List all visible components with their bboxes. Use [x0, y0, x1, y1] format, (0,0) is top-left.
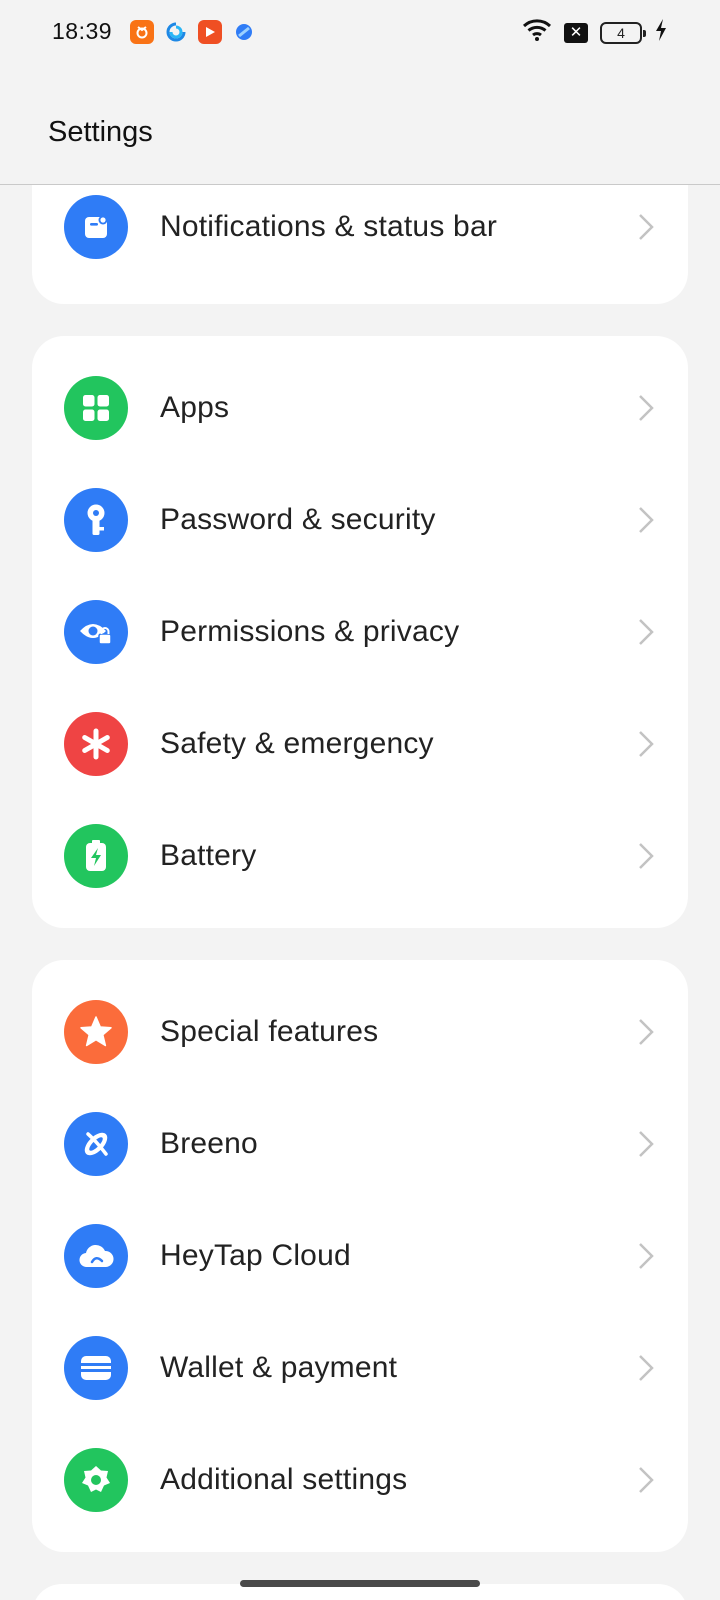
chevron-right-icon — [639, 731, 654, 757]
charging-icon — [654, 18, 668, 47]
settings-item-label: Safety & emergency — [160, 727, 434, 760]
settings-item-password-security[interactable]: Password & security — [32, 464, 688, 576]
settings-item-label: HeyTap Cloud — [160, 1239, 351, 1272]
settings-item-apps[interactable]: Apps — [32, 352, 688, 464]
star-icon — [64, 1000, 128, 1064]
breeno-icon — [64, 1112, 128, 1176]
chevron-right-icon — [639, 214, 654, 240]
app-orange-icon — [130, 20, 154, 44]
chevron-right-icon — [639, 507, 654, 533]
status-bar: 18:39 ✕ 4 — [0, 0, 720, 64]
asterisk-icon — [64, 712, 128, 776]
settings-item-label: Wallet & payment — [160, 1351, 398, 1384]
settings-item-permissions-privacy[interactable]: Permissions & privacy — [32, 576, 688, 688]
chevron-right-icon — [639, 1355, 654, 1381]
settings-item-additional-settings[interactable]: Additional settings — [32, 1424, 688, 1536]
settings-item-battery[interactable]: Battery — [32, 800, 688, 912]
settings-item-label: Additional settings — [160, 1463, 408, 1496]
settings-item-notifications[interactable]: Notifications & status bar — [32, 171, 688, 283]
settings-item-label: Special features — [160, 1015, 379, 1048]
settings-item-label: Breeno — [160, 1127, 258, 1160]
settings-item-breeno[interactable]: Breeno — [32, 1088, 688, 1200]
settings-group-3: Special features Breeno HeyTap Cloud Wal… — [32, 960, 688, 1552]
status-right: ✕ 4 — [522, 18, 668, 47]
settings-item-label: Permissions & privacy — [160, 615, 460, 648]
key-icon — [64, 488, 128, 552]
chevron-right-icon — [639, 395, 654, 421]
chevron-right-icon — [639, 1019, 654, 1045]
privacy-eye-icon — [64, 600, 128, 664]
settings-item-label: Apps — [160, 391, 230, 424]
gear-icon — [64, 1448, 128, 1512]
notification-icons — [130, 20, 256, 44]
home-indicator[interactable] — [240, 1580, 480, 1587]
battery-level: 4 — [617, 24, 625, 41]
video-player-icon — [198, 20, 222, 44]
chevron-right-icon — [639, 1131, 654, 1157]
battery-icon — [64, 824, 128, 888]
wallet-icon — [64, 1336, 128, 1400]
settings-item-heytap-cloud[interactable]: HeyTap Cloud — [32, 1200, 688, 1312]
chevron-right-icon — [639, 619, 654, 645]
settings-item-special-features[interactable]: Special features — [32, 976, 688, 1088]
settings-item-label: Notifications & status bar — [160, 210, 498, 243]
chevron-right-icon — [639, 1243, 654, 1269]
chevron-right-icon — [639, 1467, 654, 1493]
cloud-icon — [64, 1224, 128, 1288]
settings-item-label: Password & security — [160, 503, 436, 536]
header: Settings — [0, 64, 720, 185]
settings-group-2: Apps Password & security Permissions & p… — [32, 336, 688, 928]
chevron-right-icon — [639, 843, 654, 869]
apps-icon — [64, 376, 128, 440]
status-time: 18:39 — [52, 18, 113, 44]
battery-indicator: 4 — [600, 21, 646, 44]
settings-item-wallet-payment[interactable]: Wallet & payment — [32, 1312, 688, 1424]
page-title: Settings — [48, 116, 153, 148]
notification-icon — [64, 195, 128, 259]
browser-icon — [164, 20, 188, 44]
sim-blocked-icon: ✕ — [564, 22, 588, 43]
settings-item-label: Battery — [160, 839, 257, 872]
settings-item-safety-emergency[interactable]: Safety & emergency — [32, 688, 688, 800]
blue-app-icon — [232, 20, 256, 44]
wifi-icon — [522, 18, 552, 47]
